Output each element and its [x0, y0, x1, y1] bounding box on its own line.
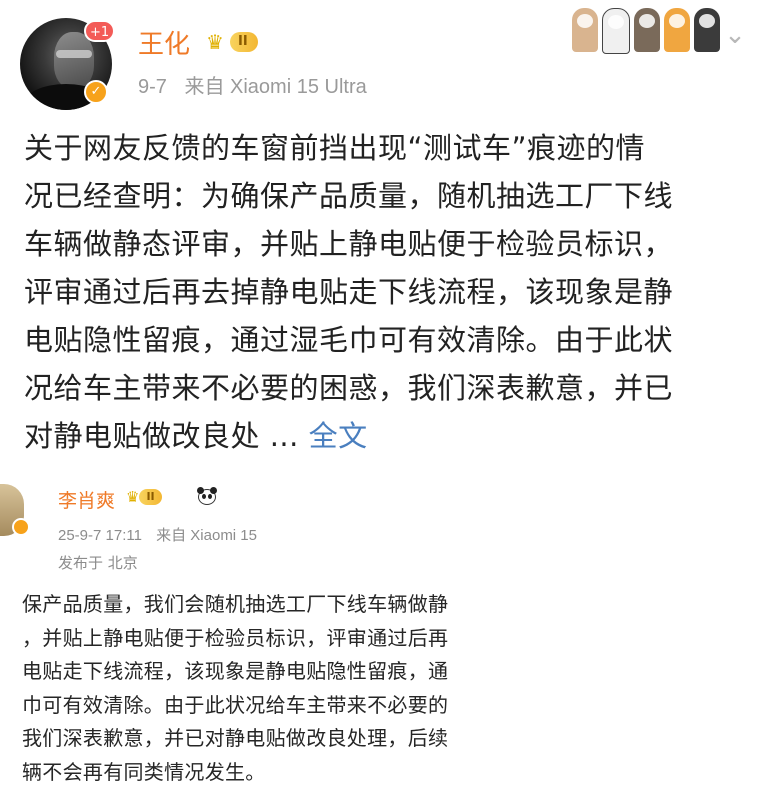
paw-icon: [634, 8, 660, 52]
quoted-line: 辆不会再有同类情况发生。: [22, 759, 266, 784]
quoted-datetime: 25-9-7 17:11: [58, 527, 142, 544]
post-source[interactable]: 来自 Xiaomi 15 Ultra: [184, 76, 366, 98]
level-label: II: [230, 32, 258, 52]
quoted-line: 保产品质量，我们会随机抽选工厂下线车辆做静: [22, 592, 449, 616]
quoted-meta: 25-9-7 17:11 来自 Xiaomi 15: [58, 524, 267, 545]
quoted-line: 我们深表歉意，并已对静电贴做改良处理，后续: [22, 726, 449, 750]
post-date: 9-7: [138, 76, 167, 98]
post-body: 关于网友反馈的车窗前挡出现“测试车”痕迹的情 况已经查明：为确保产品质量，随机抽…: [24, 124, 744, 460]
quoted-level-badge[interactable]: ♛ II: [126, 488, 162, 506]
verified-icon: ✓: [84, 80, 108, 104]
quoted-post: 李肖爽 ♛ II 25-9-7 17:11 来自 Xiaomi 15 发布于 北…: [0, 466, 763, 800]
post-line: 对静电贴做改良处 ...: [24, 419, 299, 453]
quoted-line: 电贴走下线流程，该现象是静电贴隐性留痕，通: [22, 659, 449, 683]
level-badge[interactable]: ♛ II: [206, 30, 258, 54]
post-line: 车辆做静态评审，并贴上静电贴便于检验员标识，: [24, 227, 674, 261]
quoted-location: 发布于 北京: [58, 554, 138, 572]
post-last-line: 对静电贴做改良处 ... 全文: [24, 412, 744, 460]
post-line: 况给车主带来不必要的困惑，我们深表歉意，并已: [24, 371, 674, 405]
avatar-glasses: [56, 50, 92, 58]
post-line: 况已经查明：为确保产品质量，随机抽选工厂下线: [24, 179, 674, 213]
post-line: 电贴隐性留痕，通过湿毛巾可有效清除。由于此状: [24, 323, 674, 357]
paw-icon: [572, 8, 598, 52]
avatar-face: [54, 32, 94, 88]
crown-icon: ♛: [206, 30, 224, 54]
paw-decoration: [572, 8, 720, 54]
post-line: 关于网友反馈的车窗前挡出现“测试车”痕迹的情: [24, 131, 646, 165]
quoted-author-name[interactable]: 李肖爽: [58, 486, 115, 513]
crown-icon: ♛: [126, 488, 140, 506]
quoted-level-label: II: [139, 489, 162, 505]
quoted-body: 保产品质量，我们会随机抽选工厂下线车辆做静 ，并贴上静电贴便于检验员标识，评审通…: [22, 588, 498, 789]
chevron-down-icon[interactable]: ⌄: [722, 22, 748, 48]
post-meta: 9-7 来自 Xiaomi 15 Ultra: [138, 70, 379, 99]
verified-icon: [12, 518, 30, 536]
quoted-line: 巾可有效清除。由于此状况给车主带来不必要的: [22, 692, 449, 717]
paw-icon: [602, 8, 630, 54]
full-text-link[interactable]: 全文: [309, 419, 368, 453]
quoted-line: ，并贴上静电贴便于检验员标识，评审通过后再: [22, 625, 449, 650]
paw-icon: [664, 8, 690, 52]
notification-badge: +1: [84, 20, 116, 42]
quoted-source[interactable]: 来自 Xiaomi 15: [156, 527, 257, 544]
paw-icon: [694, 8, 720, 52]
author-name[interactable]: 王化: [138, 24, 190, 61]
panda-icon: [196, 486, 218, 506]
post-line: 评审通过后再去掉静电贴走下线流程，该现象是静: [24, 275, 674, 309]
